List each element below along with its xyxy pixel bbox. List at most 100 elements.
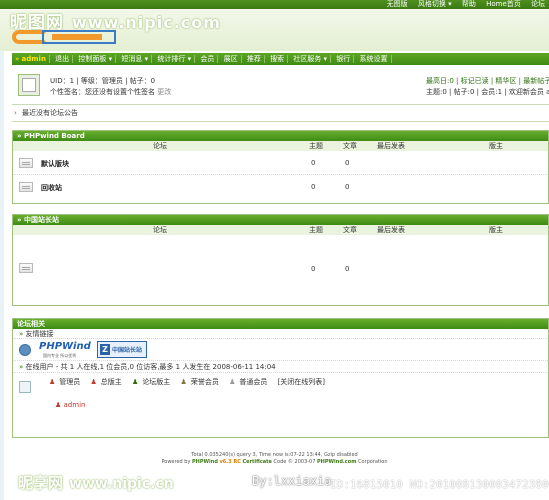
category-title[interactable]: » PHPwind Board [13, 131, 548, 141]
col-last-post: 最后发表 [377, 142, 405, 150]
forum-related-panel: 论坛相关 友情链接 PHPWind 国内专业 所以优秀 Z 中国站长站 在线用户… [12, 318, 549, 438]
nav-community[interactable]: 社区服务 ▾ [290, 55, 332, 63]
forum-topics: 0 [311, 265, 316, 273]
announcement[interactable]: 最近没有论坛公告 [12, 108, 549, 118]
online-users-list: ♟ 管理员 ♟ 总版主 ♟ 论坛版主 ♟ 荣誉会员 ♟ 普通会员 [关闭在线列表] ♟ a… [13, 373, 548, 421]
top-links: 无图版 风格切换 ▾ 帮助 Home首页 论坛 [379, 0, 545, 9]
top-link-help[interactable]: 帮助 [462, 0, 476, 8]
col-topics: 主题 [309, 226, 323, 234]
forum-posts: 0 [345, 159, 350, 167]
forum-name[interactable]: 回收站 [41, 183, 62, 193]
nav-logout[interactable]: 退出 [52, 55, 74, 63]
forum-topics: 0 [311, 159, 316, 167]
forum-posts: 0 [345, 265, 350, 273]
watermark-author: By:lxxiaxia [252, 474, 332, 488]
chinaz-logo-text: 中国站长站 [112, 347, 143, 354]
forum-row: 默认版块 0 0 [13, 151, 548, 175]
col-forum: 论坛 [153, 226, 167, 234]
user-icon: ♟ [132, 378, 139, 386]
forum-row: 0 0 [13, 235, 548, 305]
chinaz-z-icon: Z [100, 344, 110, 355]
friend-links-row: PHPWind 国内专业 所以优秀 Z 中国站长站 [13, 339, 548, 361]
online-user-name: admin [63, 401, 86, 409]
user-icon: ♟ [180, 378, 187, 386]
top-link-forum[interactable]: 论坛 [531, 0, 545, 8]
nav-user[interactable]: » admin [12, 55, 50, 63]
role-legend: ♟ 管理员 ♟ 总版主 ♟ 论坛版主 ♟ 荣誉会员 ♟ 普通会员 [关闭在线列表] [49, 377, 329, 387]
online-users-line: 在线用户 - 共 1 人在线,1 位会员,0 位访客,最多 1 人发生在 200… [13, 361, 548, 373]
user-info: UID：1 | 等级：管理员 | 帖子：0 个性签名：您还没有设置个性签名 更改 [50, 76, 171, 98]
column-header: 论坛 主题 文章 最后发表 版主 [13, 225, 548, 235]
signature-edit-link[interactable]: 更改 [157, 88, 171, 96]
footer-certificate-link[interactable]: Certificate [242, 459, 271, 465]
phpwind-tagline: 国内专业 所以优秀 [43, 353, 77, 358]
forum-stats: 最高日:0 | 标记已读 | 精华区 | 最新帖子 主题:0 | 帖子:0 | … [426, 76, 549, 98]
forum-category-phpwind: » PHPwind Board 论坛 主题 文章 最后发表 版主 默认版块 0 … [12, 130, 549, 204]
main-nav: » admin 退出 控制面板 ▾ 短消息 ▾ 统计排行 ▾ 会员 展区 推荐 … [12, 53, 549, 65]
top-link-home[interactable]: Home首页 [486, 0, 521, 8]
col-forum: 论坛 [153, 142, 167, 150]
footer-site-link[interactable]: PHPWind.com [317, 459, 356, 465]
nav-control-panel[interactable]: 控制面板 ▾ [75, 55, 117, 63]
online-icon [19, 381, 31, 393]
phpwind-logo-text: PHPWind [39, 341, 91, 352]
role-honor: ♟ 荣誉会员 [180, 378, 219, 386]
forum-folder-icon [19, 263, 33, 273]
watermark-bottom: 昵享网 www.nipic.cn [18, 474, 174, 492]
top-link-style-switch[interactable]: 风格切换 ▾ [418, 0, 452, 8]
col-moderator: 版主 [489, 142, 503, 150]
nav-recommend[interactable]: 推荐 [243, 55, 265, 63]
role-admin: ♟ 管理员 [49, 378, 81, 386]
globe-icon [19, 344, 31, 356]
footer-debug-line: Total 0.035240(s) query 3, Time now is:0… [191, 452, 358, 458]
nav-search[interactable]: 搜索 [267, 55, 289, 63]
forum-topics: 0 [311, 183, 316, 191]
footer-brand-link[interactable]: PHPWind [192, 459, 218, 465]
forum-row: 回收站 0 0 [13, 175, 548, 199]
footer: Total 0.035240(s) query 3, Time now is:0… [0, 452, 549, 466]
role-forum-mod: ♟ 论坛版主 [132, 378, 171, 386]
close-online-list-link[interactable]: [关闭在线列表] [278, 378, 325, 386]
col-posts: 文章 [343, 226, 357, 234]
forum-folder-icon [19, 158, 33, 168]
divider [12, 104, 549, 105]
nav-settings[interactable]: 系统设置 [356, 55, 392, 63]
col-topics: 主题 [309, 142, 323, 150]
forum-name[interactable]: 默认版块 [41, 159, 69, 169]
nav-bank[interactable]: 银行 [333, 55, 355, 63]
top-link-text-mode[interactable]: 无图版 [387, 0, 408, 8]
signature-label: 个性签名： [50, 88, 85, 96]
online-user-entry[interactable]: ♟ admin [55, 401, 85, 409]
footer-powered-line: Powered by PHPWind v6.3 RC Certificate C… [161, 459, 388, 465]
col-last-post: 最后发表 [377, 226, 405, 234]
nav-stats[interactable]: 统计排行 ▾ [154, 55, 196, 63]
logo-shape-bar [52, 34, 102, 40]
col-moderator: 版主 [489, 226, 503, 234]
related-title: 论坛相关 [13, 319, 548, 329]
signature-value: 您还没有设置个性签名 [85, 88, 155, 96]
user-stats-line: UID：1 | 等级：管理员 | 帖子：0 [50, 77, 156, 85]
forum-folder-icon [19, 182, 33, 192]
user-icon: ♟ [49, 378, 56, 386]
avatar-placeholder-icon [22, 78, 36, 92]
user-panel: UID：1 | 等级：管理员 | 帖子：0 个性签名：您还没有设置个性签名 更改… [12, 70, 549, 100]
site-logo[interactable] [12, 26, 116, 48]
user-icon: ♟ [229, 378, 236, 386]
forum-posts: 0 [345, 183, 350, 191]
phpwind-link[interactable]: PHPWind 国内专业 所以优秀 [39, 341, 95, 359]
role-super-mod: ♟ 总版主 [90, 378, 122, 386]
forum-category-chinaz: » 中国站长站 论坛 主题 文章 最后发表 版主 0 0 [12, 214, 549, 306]
avatar[interactable] [18, 74, 40, 96]
forum-stats-line2: 主题:0 | 帖子:0 | 会员:1 | 欢迎新会员 admin [426, 88, 549, 96]
forum-stats-line1[interactable]: 最高日:0 | 标记已读 | 精华区 | 最新帖子 [426, 76, 549, 87]
friend-links-label: 友情链接 [13, 329, 548, 339]
category-title[interactable]: » 中国站长站 [13, 215, 548, 225]
nav-messages[interactable]: 短消息 ▾ [118, 55, 153, 63]
nav-members[interactable]: 会员 [197, 55, 219, 63]
chinaz-link[interactable]: Z 中国站长站 [97, 341, 147, 358]
signature-line: 个性签名：您还没有设置个性签名 更改 [50, 87, 171, 98]
divider [12, 121, 549, 122]
nav-showcase[interactable]: 展区 [220, 55, 242, 63]
watermark-id: ID:16815010 NO:20100813000347238000 [330, 478, 549, 491]
user-icon: ♟ [90, 378, 97, 386]
